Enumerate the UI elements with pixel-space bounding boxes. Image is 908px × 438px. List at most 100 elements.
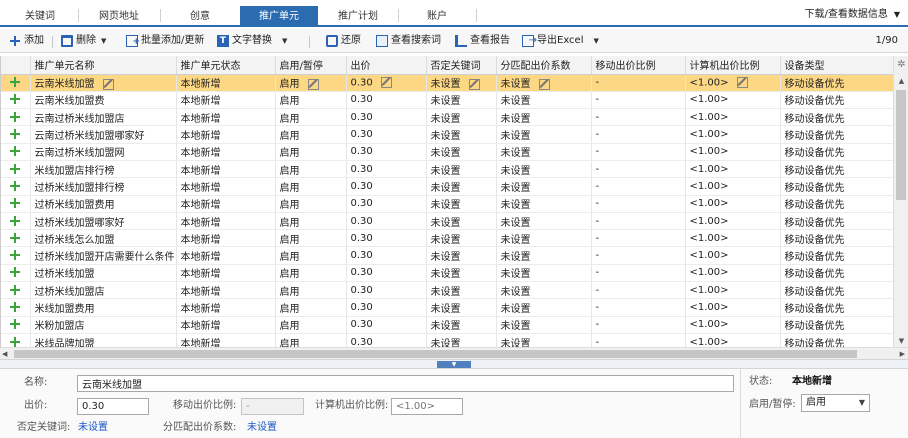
table-cell[interactable]: 移动设备优先 [780, 160, 893, 179]
table-cell[interactable]: 过桥米线加盟哪家好 [30, 212, 177, 231]
table-cell[interactable]: <1.00> [685, 298, 781, 317]
plus-icon[interactable] [10, 267, 21, 278]
table-cell[interactable]: - [591, 298, 686, 317]
table-cell[interactable]: <1.00> [685, 333, 781, 347]
table-cell[interactable]: <1.00> [685, 125, 781, 144]
table-cell[interactable]: <1.00> [685, 264, 781, 283]
table-cell[interactable]: 移动设备优先 [780, 229, 893, 248]
table-cell[interactable]: <1.00> [685, 74, 781, 92]
table-cell[interactable]: 过桥米线加盟排行榜 [30, 177, 177, 196]
tab-urls[interactable]: 网页地址 [80, 6, 158, 27]
table-cell[interactable]: 未设置 [426, 125, 497, 144]
edit-icon[interactable] [102, 78, 114, 90]
table-cell[interactable]: 云南过桥米线加盟网 [30, 143, 177, 161]
column-header[interactable]: 推广单元状态 [176, 56, 276, 75]
table-cell[interactable]: 未设置 [496, 91, 592, 110]
table-cell[interactable]: 移动设备优先 [780, 333, 893, 347]
edit-icon[interactable] [307, 78, 319, 90]
delete-button[interactable]: 删除 ▼ [61, 33, 106, 49]
table-cell[interactable]: - [591, 281, 686, 300]
table-cell[interactable]: 过桥米线加盟费用 [30, 195, 177, 213]
tab-keywords[interactable]: 关键词 [4, 6, 76, 27]
plus-icon[interactable] [10, 77, 21, 88]
table-cell[interactable]: - [591, 91, 686, 110]
table-cell[interactable]: 移动设备优先 [780, 212, 893, 231]
table-cell[interactable]: 未设置 [426, 108, 497, 127]
table-cell[interactable]: - [591, 160, 686, 179]
table-cell[interactable]: 未设置 [426, 74, 497, 92]
table-cell[interactable]: 未设置 [496, 125, 592, 144]
table-cell[interactable]: 0.30 [346, 108, 427, 127]
table-cell[interactable]: <1.00> [685, 195, 781, 213]
table-row[interactable]: 过桥米线加盟排行榜 本地新增 启用 0.30 未设置 未设置 - <1.00> 移动设备优先 [1, 177, 893, 196]
table-cell[interactable]: 启用 [275, 108, 347, 127]
table-cell[interactable]: 未设置 [426, 143, 497, 161]
table-cell[interactable]: 0.30 [346, 316, 427, 334]
table-cell[interactable]: 0.30 [346, 177, 427, 196]
table-row[interactable]: 过桥米线加盟费用 本地新增 启用 0.30 未设置 未设置 - <1.00> 移动设备优先 [1, 195, 893, 213]
edit-icon[interactable] [380, 76, 392, 88]
name-input[interactable] [77, 375, 734, 392]
table-cell[interactable]: 启用 [275, 177, 347, 196]
table-cell[interactable]: 未设置 [496, 333, 592, 347]
table-cell[interactable]: 云南过桥米线加盟店 [30, 108, 177, 127]
table-cell[interactable]: 未设置 [426, 281, 497, 300]
table-cell[interactable]: 启用 [275, 212, 347, 231]
table-cell[interactable]: 未设置 [426, 177, 497, 196]
table-cell[interactable]: 移动设备优先 [780, 108, 893, 127]
table-cell[interactable]: 启用 [275, 74, 347, 92]
table-cell[interactable]: 0.30 [346, 91, 427, 110]
table-cell[interactable]: <1.00> [685, 229, 781, 248]
tab-creatives[interactable]: 创意 [162, 6, 238, 27]
table-cell[interactable]: 过桥米线加盟开店需要什么条件 [30, 246, 177, 265]
table-cell[interactable]: 启用 [275, 91, 347, 110]
table-cell[interactable]: <1.00> [685, 91, 781, 110]
table-row[interactable]: 米粉加盟店 本地新增 启用 0.30 未设置 未设置 - <1.00> 移动设备优先 [1, 316, 893, 334]
column-header[interactable]: 出价 [346, 56, 427, 75]
table-row[interactable]: 云南米线加盟 本地新增 启用 0.30 未设置 未设置 - <1.00> 移动设备优先 [1, 74, 893, 92]
table-row[interactable]: 云南过桥米线加盟哪家好 本地新增 启用 0.30 未设置 未设置 - <1.00> 移动设备优先 [1, 125, 893, 144]
table-cell[interactable]: 启用 [275, 143, 347, 161]
table-cell[interactable]: 未设置 [496, 281, 592, 300]
table-cell[interactable]: 本地新增 [176, 160, 276, 179]
table-cell[interactable]: 本地新增 [176, 246, 276, 265]
table-row[interactable]: 米线品牌加盟 本地新增 启用 0.30 未设置 未设置 - <1.00> 移动设备优先 [1, 333, 893, 347]
table-row[interactable]: 过桥米线加盟 本地新增 启用 0.30 未设置 未设置 - <1.00> 移动设备优先 [1, 264, 893, 283]
table-cell[interactable]: 移动设备优先 [780, 281, 893, 300]
table-cell[interactable]: - [591, 229, 686, 248]
scroll-down-arrow[interactable]: ▼ [894, 335, 908, 347]
table-cell[interactable]: 启用 [275, 229, 347, 248]
table-cell[interactable]: - [591, 316, 686, 334]
table-cell[interactable]: 未设置 [496, 108, 592, 127]
panel-splitter[interactable]: ▼ [0, 359, 908, 369]
table-cell[interactable]: 本地新增 [176, 229, 276, 248]
table-cell[interactable]: 0.30 [346, 246, 427, 265]
table-cell[interactable]: - [591, 74, 686, 92]
column-header[interactable]: 计算机出价比例 [685, 56, 781, 75]
table-cell[interactable]: - [591, 333, 686, 347]
column-header[interactable]: 启用/暂停 [275, 56, 347, 75]
plus-icon[interactable] [10, 94, 21, 105]
table-cell[interactable]: <1.00> [685, 246, 781, 265]
table-cell[interactable]: 未设置 [426, 298, 497, 317]
batch-add-update-button[interactable]: 批量添加/更新 [126, 33, 204, 50]
table-row[interactable]: 过桥米线加盟开店需要什么条件 本地新增 启用 0.30 未设置 未设置 - <1.00> 移动设… [1, 246, 893, 265]
tab-account[interactable]: 账户 [400, 6, 474, 27]
table-cell[interactable]: 启用 [275, 316, 347, 334]
table-cell[interactable]: 移动设备优先 [780, 143, 893, 161]
table-cell[interactable]: - [591, 125, 686, 144]
table-cell[interactable]: 0.30 [346, 212, 427, 231]
pc-ratio-input[interactable] [391, 398, 463, 415]
plus-icon[interactable] [10, 302, 21, 312]
table-cell[interactable]: 未设置 [426, 91, 497, 110]
table-cell[interactable]: 云南米线加盟 [30, 74, 177, 92]
vertical-scroll-thumb[interactable] [896, 90, 906, 200]
table-cell[interactable]: 本地新增 [176, 264, 276, 283]
plus-icon[interactable] [10, 180, 21, 191]
table-cell[interactable]: 米线加盟费用 [30, 298, 177, 317]
table-cell[interactable]: 未设置 [426, 212, 497, 231]
table-cell[interactable]: 启用 [275, 246, 347, 265]
vertical-scrollbar[interactable]: ✲ ▲ ▼ [893, 56, 908, 347]
table-cell[interactable]: 本地新增 [176, 108, 276, 127]
edit-icon[interactable] [736, 76, 748, 88]
